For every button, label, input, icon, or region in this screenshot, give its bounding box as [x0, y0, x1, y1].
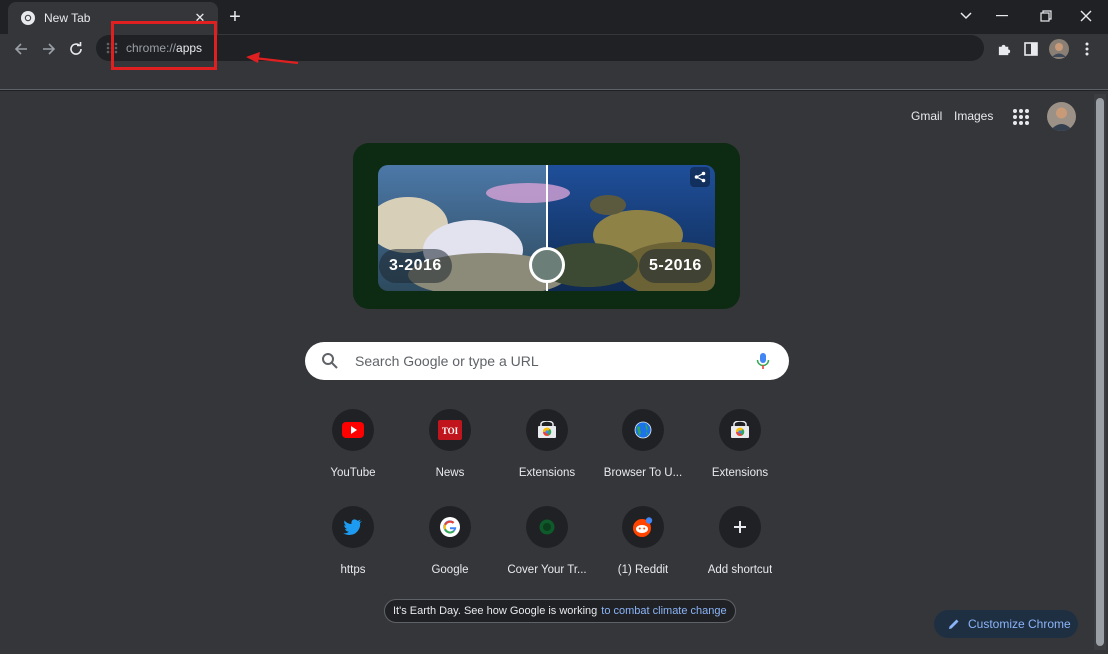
- profile-button[interactable]: [1047, 37, 1071, 61]
- shortcut-youtube[interactable]: YouTube: [298, 409, 408, 479]
- arrow-right-icon: [43, 43, 56, 55]
- earth-day-promo: It's Earth Day. See how Google is workin…: [384, 599, 736, 623]
- search-input[interactable]: [353, 352, 755, 370]
- scrollbar-thumb[interactable]: [1096, 98, 1104, 646]
- new-tab-button[interactable]: +: [224, 6, 246, 28]
- shortcut-label: https: [340, 564, 366, 576]
- shortcut-cover-your-tracks[interactable]: Cover Your Tr...: [492, 506, 602, 576]
- avatar: [1049, 39, 1069, 59]
- google-apps-icon[interactable]: [1010, 106, 1032, 128]
- doodle-left-date: 3-2016: [379, 249, 452, 283]
- search-icon: [322, 353, 338, 369]
- youtube-icon: [332, 409, 374, 451]
- earth-day-text: It's Earth Day. See how Google is workin…: [393, 605, 598, 617]
- shortcut-label: Google: [431, 564, 469, 576]
- shortcut-reddit[interactable]: (1) Reddit: [588, 506, 698, 576]
- doodle-slider-handle[interactable]: [529, 247, 565, 283]
- shortcut-https[interactable]: https: [298, 506, 408, 576]
- shortcut-label: Browser To U...: [603, 467, 683, 479]
- microphone-icon[interactable]: [755, 352, 771, 370]
- shortcut-label: Extensions: [711, 467, 769, 479]
- images-link[interactable]: Images: [954, 109, 993, 123]
- minimize-button[interactable]: [982, 0, 1022, 32]
- shortcut-label: Extensions: [518, 467, 576, 479]
- restore-button[interactable]: [1026, 0, 1066, 32]
- tab-search-icon[interactable]: [946, 0, 986, 32]
- svg-text:TOI: TOI: [442, 426, 459, 436]
- shortcut-label: Add shortcut: [707, 564, 773, 576]
- menu-button[interactable]: [1075, 37, 1099, 61]
- toi-icon: TOI: [429, 409, 471, 451]
- reload-icon: [70, 42, 82, 55]
- doodle-right-date: 5-2016: [639, 249, 712, 283]
- shortcut-label: (1) Reddit: [617, 564, 669, 576]
- plus-icon: [719, 506, 761, 548]
- side-panel-button[interactable]: [1019, 37, 1043, 61]
- shortcut-label: YouTube: [330, 467, 376, 479]
- shortcut-label: Cover Your Tr...: [507, 564, 587, 576]
- side-panel-icon: [1024, 42, 1038, 56]
- gmail-link[interactable]: Gmail: [911, 109, 942, 123]
- climate-change-link[interactable]: to combat climate change: [601, 605, 726, 617]
- customize-chrome-button[interactable]: Customize Chrome: [934, 610, 1078, 638]
- chrome-icon: [21, 11, 35, 25]
- spotify-icon: [526, 506, 568, 548]
- twitter-icon: [332, 506, 374, 548]
- shortcut-browser[interactable]: Browser To U...: [588, 409, 698, 479]
- chrome-web-store-icon: [719, 409, 761, 451]
- forward-button[interactable]: [37, 37, 61, 61]
- arrow-left-icon: [14, 43, 27, 55]
- customize-label: Customize Chrome: [968, 617, 1071, 631]
- shortcut-google[interactable]: Google: [395, 506, 505, 576]
- back-button[interactable]: [9, 37, 33, 61]
- annotation-highlight-box: [111, 21, 217, 70]
- google-account-avatar[interactable]: [1047, 102, 1076, 131]
- search-box[interactable]: [305, 342, 789, 380]
- pencil-icon: [949, 619, 959, 629]
- puzzle-icon: [998, 44, 1010, 55]
- annotation-arrow-icon: [246, 52, 299, 65]
- google-icon: [429, 506, 471, 548]
- extensions-button[interactable]: [992, 37, 1016, 61]
- reload-button[interactable]: [64, 37, 88, 61]
- shortcut-label: News: [435, 467, 465, 479]
- shortcut-news[interactable]: TOI News: [395, 409, 505, 479]
- kebab-menu-icon: [1085, 42, 1089, 56]
- scrollbar[interactable]: [1094, 94, 1106, 650]
- close-window-button[interactable]: [1066, 0, 1106, 32]
- address-bar[interactable]: chrome://apps: [96, 35, 984, 61]
- chrome-web-store-icon: [526, 409, 568, 451]
- shortcut-extensions[interactable]: Extensions: [492, 409, 602, 479]
- add-shortcut-button[interactable]: Add shortcut: [685, 506, 795, 576]
- globe-icon: [622, 409, 664, 451]
- reddit-icon: [622, 506, 664, 548]
- share-icon[interactable]: [690, 167, 710, 187]
- shortcut-extensions-2[interactable]: Extensions: [685, 409, 795, 479]
